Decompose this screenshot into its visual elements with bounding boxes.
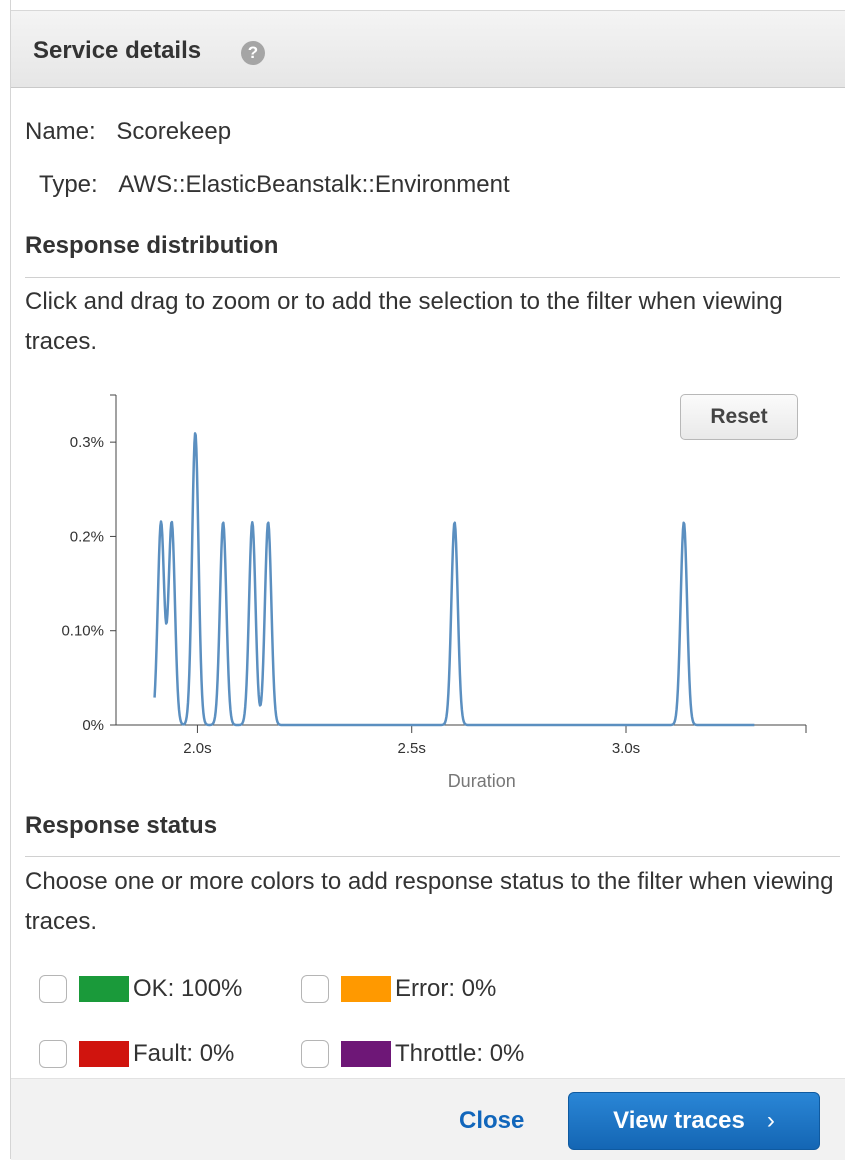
view-traces-label: View traces	[613, 1107, 745, 1134]
panel-footer: Close View traces ›	[11, 1078, 845, 1160]
x-tick-label: 2.0s	[183, 740, 211, 757]
help-icon[interactable]: ?	[241, 41, 265, 65]
error-label: Error: 0%	[395, 975, 497, 1002]
type-label: Type:	[39, 171, 98, 198]
divider	[25, 856, 840, 857]
y-tick-label: 0.3%	[70, 434, 104, 451]
status-throttle[interactable]: Throttle: 0%	[301, 1037, 524, 1071]
distribution-line	[153, 432, 755, 727]
name-row: Name: Scorekeep	[25, 118, 231, 146]
ok-label: OK: 100%	[133, 975, 243, 1002]
close-button[interactable]: Close	[459, 1107, 524, 1135]
throttle-checkbox[interactable]	[301, 1040, 329, 1068]
status-description: Choose one or more colors to add respons…	[25, 868, 834, 935]
y-tick-label: 0%	[82, 717, 104, 734]
error-checkbox[interactable]	[301, 975, 329, 1003]
panel-title: Service details	[33, 37, 202, 64]
x-tick-label: 2.5s	[398, 740, 426, 757]
service-details-panel: Service details ? Name: Scorekeep Type: …	[10, 0, 845, 1160]
ok-color-swatch[interactable]	[79, 976, 129, 1002]
x-tick-label: 3.0s	[612, 740, 640, 757]
panel-header: Service details ?	[11, 10, 845, 88]
view-traces-button[interactable]: View traces ›	[568, 1092, 820, 1150]
error-color-swatch[interactable]	[341, 976, 391, 1002]
reset-button[interactable]: Reset	[680, 394, 798, 440]
fault-checkbox[interactable]	[39, 1040, 67, 1068]
throttle-color-swatch[interactable]	[341, 1041, 391, 1067]
y-tick-label: 0.2%	[70, 528, 104, 545]
type-row: Type: AWS::ElasticBeanstalk::Environment	[39, 171, 510, 199]
fault-label: Fault: 0%	[133, 1040, 235, 1067]
fault-color-swatch[interactable]	[79, 1041, 129, 1067]
name-label: Name:	[25, 118, 96, 145]
y-tick-label: 0.10%	[61, 623, 104, 640]
status-fault[interactable]: Fault: 0%	[39, 1037, 234, 1071]
response-distribution-title: Response distribution	[25, 232, 279, 259]
divider	[25, 277, 840, 278]
ok-checkbox[interactable]	[39, 975, 67, 1003]
status-error[interactable]: Error: 0%	[301, 972, 496, 1006]
response-status-title: Response status	[25, 812, 218, 839]
throttle-label: Throttle: 0%	[395, 1040, 525, 1067]
distribution-description: Click and drag to zoom or to add the sel…	[25, 288, 783, 355]
status-ok[interactable]: OK: 100%	[39, 972, 242, 1006]
name-value: Scorekeep	[116, 118, 232, 145]
chevron-right-icon: ›	[766, 1107, 775, 1134]
x-axis-label: Duration	[448, 771, 516, 791]
response-distribution-chart[interactable]: 0% 0.10% 0.2% 0.3% 2.0s 2.5s 3.0s Duration	[11, 380, 845, 810]
type-value: AWS::ElasticBeanstalk::Environment	[118, 171, 510, 198]
